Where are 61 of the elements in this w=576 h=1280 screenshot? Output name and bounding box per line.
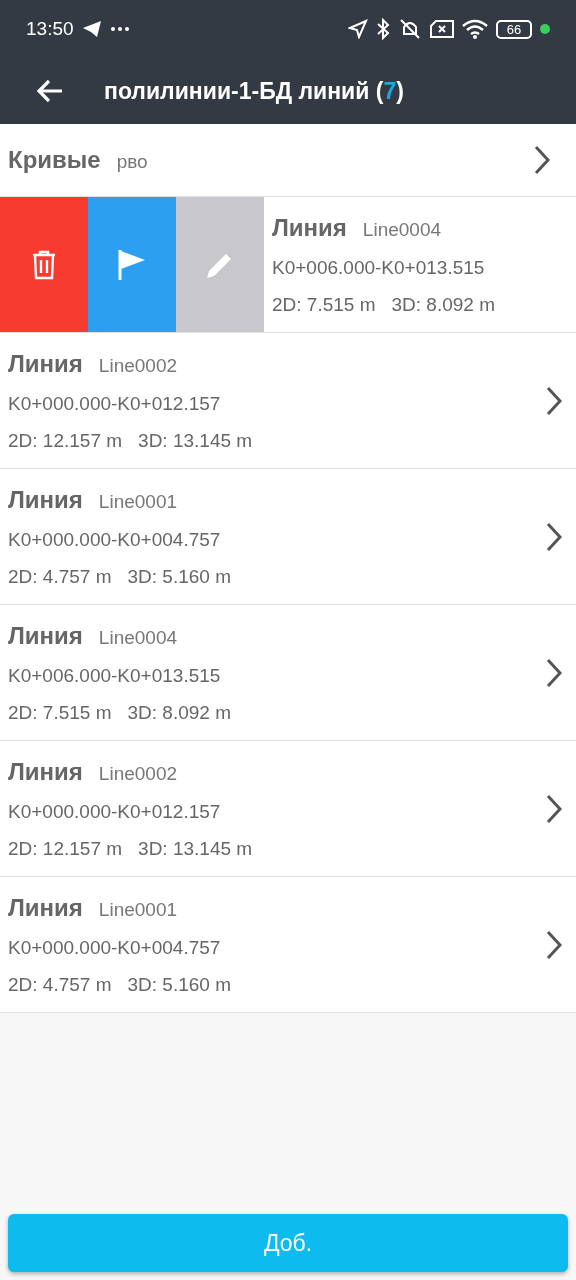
length-3d: 3D: 5.160 m [127,564,231,589]
line-code: Line0001 [98,898,178,922]
screen-title: полилинии-1-БД линий (7) [104,76,404,106]
line-range: K0+006.000-K0+013.515 [272,256,486,280]
line-code: Line0001 [98,490,178,514]
line-range: K0+000.000-K0+004.757 [8,528,222,552]
length-3d: 3D: 5.160 m [127,972,231,997]
line-range: K0+000.000-K0+012.157 [8,392,222,416]
line-code: Line0004 [98,626,178,650]
status-time: 13:50 [26,16,74,41]
chevron-right-icon [534,145,550,175]
length-2d: 2D: 7.515 m [272,292,376,317]
delete-button[interactable] [0,197,88,332]
back-icon[interactable] [36,79,64,103]
line-row[interactable]: Линия Line0004 K0+006.000-K0+013.515 2D: 7.515 m 3D: 8.092 m [0,197,576,333]
sim-icon [430,20,454,38]
line-range: K0+000.000-K0+012.157 [8,800,222,824]
line-row[interactable]: Линия Line0001 K0+000.000-K0+004.757 2D: 4.757 m 3D: 5.160 m [0,877,576,1013]
folder-title: Кривые [8,145,101,175]
chevron-right-icon [546,521,562,552]
length-2d: 2D: 12.157 m [8,836,123,861]
line-code: Line0004 [362,218,442,242]
line-row[interactable]: Линия Line0002 K0+000.000-K0+012.157 2D: 12.157 m 3D: 13.145 m [0,741,576,877]
wifi-icon [462,19,488,39]
chevron-right-icon [546,929,562,960]
line-range: K0+006.000-K0+013.515 [8,664,222,688]
folder-row[interactable]: Кривые рво [0,124,576,197]
line-title: Линия [8,757,83,787]
line-row[interactable]: Линия Line0001 K0+000.000-K0+004.757 2D: 4.757 m 3D: 5.160 m [0,469,576,605]
line-title: Линия [272,213,347,243]
length-2d: 2D: 4.757 m [8,972,112,997]
bluetooth-icon [376,18,390,40]
length-2d: 2D: 7.515 m [8,700,112,725]
line-code: Line0002 [98,354,178,378]
chevron-right-icon [546,793,562,824]
more-icon [109,26,130,32]
length-3d: 3D: 8.092 m [391,292,495,317]
line-title: Линия [8,621,83,651]
line-range: K0+000.000-K0+004.757 [8,936,222,960]
send-icon [81,20,102,38]
status-dot-icon [540,24,550,34]
line-code: Line0002 [98,762,178,786]
mute-icon [398,18,422,40]
location-icon [348,19,368,39]
line-row[interactable]: Линия Line0002 K0+000.000-K0+012.157 2D: 12.157 m 3D: 13.145 m [0,333,576,469]
flag-button[interactable] [88,197,176,332]
flag-icon [118,248,146,281]
line-title: Линия [8,893,83,923]
battery-indicator: 66 [496,19,532,39]
line-row[interactable]: Линия Line0004 K0+006.000-K0+013.515 2D: 7.515 m 3D: 8.092 m [0,605,576,741]
length-2d: 2D: 4.757 m [8,564,112,589]
line-title: Линия [8,349,83,379]
length-3d: 3D: 8.092 m [127,700,231,725]
length-2d: 2D: 12.157 m [8,428,123,453]
length-3d: 3D: 13.145 m [138,428,253,453]
folder-subtitle: рво [116,149,148,174]
line-title: Линия [8,485,83,515]
length-3d: 3D: 13.145 m [138,836,253,861]
trash-icon [32,249,56,280]
chevron-right-icon [546,657,562,688]
chevron-right-icon [546,385,562,416]
